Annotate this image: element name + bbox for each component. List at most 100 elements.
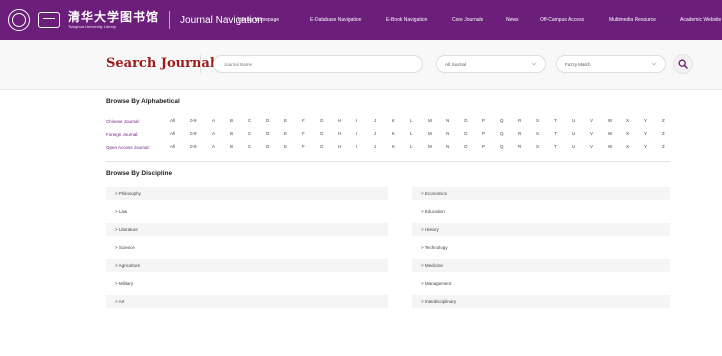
alphabet-letter-link[interactable]: X <box>626 118 629 123</box>
alphabet-letter-link[interactable]: H <box>338 118 341 123</box>
discipline-link[interactable]: > Economics <box>412 187 670 200</box>
alphabet-letter-link[interactable]: K <box>392 144 395 149</box>
alphabet-letter-link[interactable]: All <box>170 131 175 136</box>
alphabet-letter-link[interactable]: C <box>248 131 251 136</box>
alphabet-letter-link[interactable]: Z <box>662 144 665 149</box>
alphabet-letter-link[interactable]: O <box>464 144 468 149</box>
alphabet-letter-link[interactable]: A <box>212 131 215 136</box>
alphabet-letter-link[interactable]: D <box>266 131 269 136</box>
alphabet-letter-link[interactable]: Q <box>500 118 504 123</box>
alphabet-letter-link[interactable]: A <box>212 118 215 123</box>
alphabet-letter-link[interactable]: F <box>302 118 305 123</box>
alphabet-letter-link[interactable]: N <box>446 131 449 136</box>
alphabet-letter-link[interactable]: Y <box>644 144 647 149</box>
alphabet-letter-link[interactable]: C <box>248 144 251 149</box>
alphabet-letter-link[interactable]: V <box>590 144 593 149</box>
alphabet-letter-link[interactable]: V <box>590 131 593 136</box>
alphabet-letter-link[interactable]: T <box>554 131 557 136</box>
alphabet-letter-link[interactable]: P <box>482 131 485 136</box>
alphabet-letter-link[interactable]: W <box>608 144 612 149</box>
alphabet-letter-link[interactable]: U <box>572 131 575 136</box>
alphabet-letter-link[interactable]: D <box>266 144 269 149</box>
nav-link[interactable]: E-Database Navigation <box>310 17 361 23</box>
alphabet-letter-link[interactable]: I <box>356 144 357 149</box>
discipline-link[interactable]: > Interdisciplinary <box>412 295 670 308</box>
alphabet-row-label[interactable]: Chinese Journal: <box>106 119 170 124</box>
discipline-link[interactable]: > Military <box>106 277 388 290</box>
discipline-link[interactable]: > Law <box>106 205 388 218</box>
nav-link[interactable]: Off-Campus Access <box>540 17 584 23</box>
discipline-link[interactable]: > Agriculture <box>106 259 388 272</box>
nav-link[interactable]: Multimedia Resource <box>609 17 656 23</box>
library-logo[interactable]: 清华大学图书馆 Tsinghua University Library <box>8 9 159 31</box>
alphabet-letter-link[interactable]: M <box>428 144 432 149</box>
nav-link[interactable]: E-Book Navigation <box>386 17 427 23</box>
alphabet-letter-link[interactable]: Q <box>500 131 504 136</box>
alphabet-letter-link[interactable]: R <box>518 131 521 136</box>
alphabet-letter-link[interactable]: L <box>410 118 413 123</box>
alphabet-letter-link[interactable]: W <box>608 131 612 136</box>
alphabet-letter-link[interactable]: D <box>266 118 269 123</box>
nav-link[interactable]: News <box>506 17 519 23</box>
alphabet-letter-link[interactable]: T <box>554 118 557 123</box>
alphabet-letter-link[interactable]: Y <box>644 118 647 123</box>
nav-link[interactable]: Library Homepage <box>238 17 279 23</box>
alphabet-letter-link[interactable]: F <box>302 144 305 149</box>
journal-name-input[interactable] <box>213 55 423 73</box>
discipline-link[interactable]: > Science <box>106 241 388 254</box>
alphabet-letter-link[interactable]: S <box>536 144 539 149</box>
nav-link[interactable]: Core Journals <box>452 17 483 23</box>
alphabet-letter-link[interactable]: Y <box>644 131 647 136</box>
alphabet-letter-link[interactable]: N <box>446 118 449 123</box>
alphabet-letter-link[interactable]: All <box>170 144 175 149</box>
journal-scope-select[interactable]: All Journal <box>436 55 546 73</box>
alphabet-letter-link[interactable]: Z <box>662 131 665 136</box>
alphabet-letter-link[interactable]: J <box>374 131 376 136</box>
alphabet-letter-link[interactable]: G <box>320 131 324 136</box>
alphabet-letter-link[interactable]: G <box>320 144 324 149</box>
discipline-link[interactable]: > Medicine <box>412 259 670 272</box>
alphabet-letter-link[interactable]: U <box>572 144 575 149</box>
alphabet-letter-link[interactable]: C <box>248 118 251 123</box>
alphabet-letter-link[interactable]: Z <box>662 118 665 123</box>
alphabet-letter-link[interactable]: E <box>284 144 287 149</box>
nav-link[interactable]: Academic Website <box>680 17 721 23</box>
alphabet-letter-link[interactable]: E <box>284 118 287 123</box>
search-button[interactable] <box>673 54 693 74</box>
alphabet-letter-link[interactable]: S <box>536 118 539 123</box>
alphabet-row-label[interactable]: Foreign Journal: <box>106 132 170 137</box>
alphabet-letter-link[interactable]: 0-9 <box>190 144 197 149</box>
alphabet-letter-link[interactable]: J <box>374 144 376 149</box>
alphabet-letter-link[interactable]: I <box>356 131 357 136</box>
alphabet-letter-link[interactable]: B <box>230 118 233 123</box>
alphabet-letter-link[interactable]: T <box>554 144 557 149</box>
alphabet-letter-link[interactable]: R <box>518 118 521 123</box>
alphabet-letter-link[interactable]: I <box>356 118 357 123</box>
alphabet-letter-link[interactable]: P <box>482 118 485 123</box>
alphabet-letter-link[interactable]: O <box>464 131 468 136</box>
alphabet-letter-link[interactable]: X <box>626 131 629 136</box>
alphabet-letter-link[interactable]: F <box>302 131 305 136</box>
alphabet-letter-link[interactable]: M <box>428 131 432 136</box>
discipline-link[interactable]: > Philosophy <box>106 187 388 200</box>
match-mode-select[interactable]: Fuzzy Match <box>556 55 666 73</box>
alphabet-letter-link[interactable]: L <box>410 144 413 149</box>
discipline-link[interactable]: > Literature <box>106 223 388 236</box>
alphabet-letter-link[interactable]: Q <box>500 144 504 149</box>
alphabet-letter-link[interactable]: P <box>482 144 485 149</box>
alphabet-letter-link[interactable]: N <box>446 144 449 149</box>
alphabet-letter-link[interactable]: K <box>392 118 395 123</box>
alphabet-letter-link[interactable]: G <box>320 118 324 123</box>
alphabet-letter-link[interactable]: B <box>230 131 233 136</box>
alphabet-letter-link[interactable]: W <box>608 118 612 123</box>
discipline-link[interactable]: > Technology <box>412 241 670 254</box>
alphabet-letter-link[interactable]: H <box>338 131 341 136</box>
alphabet-letter-link[interactable]: 0-9 <box>190 118 197 123</box>
discipline-link[interactable]: > History <box>412 223 670 236</box>
alphabet-letter-link[interactable]: H <box>338 144 341 149</box>
alphabet-letter-link[interactable]: R <box>518 144 521 149</box>
alphabet-row-label[interactable]: Open Access Journal: <box>106 145 170 150</box>
alphabet-letter-link[interactable]: M <box>428 118 432 123</box>
discipline-link[interactable]: > Management <box>412 277 670 290</box>
alphabet-letter-link[interactable]: All <box>170 118 175 123</box>
